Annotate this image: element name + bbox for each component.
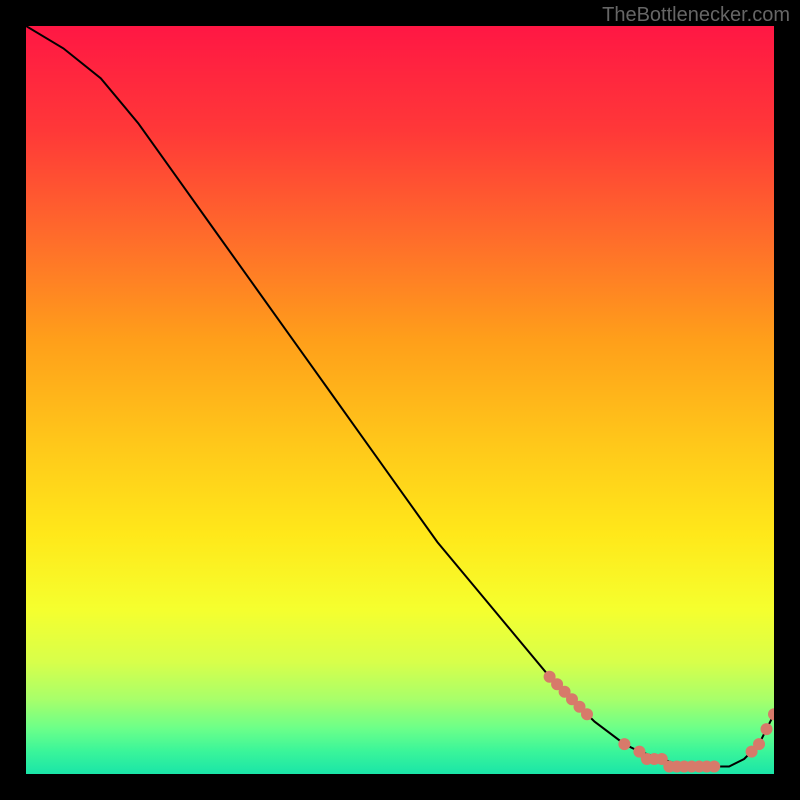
data-marker: [581, 708, 593, 720]
bottleneck-curve: [26, 26, 774, 767]
data-marker: [708, 761, 720, 773]
data-marker: [768, 708, 774, 720]
data-marker: [753, 738, 765, 750]
chart-curve-layer: [26, 26, 774, 774]
data-marker: [761, 723, 773, 735]
chart-plot-area: [26, 26, 774, 774]
data-marker: [618, 738, 630, 750]
watermark-text: TheBottlenecker.com: [602, 4, 790, 27]
data-markers-group: [544, 671, 774, 773]
